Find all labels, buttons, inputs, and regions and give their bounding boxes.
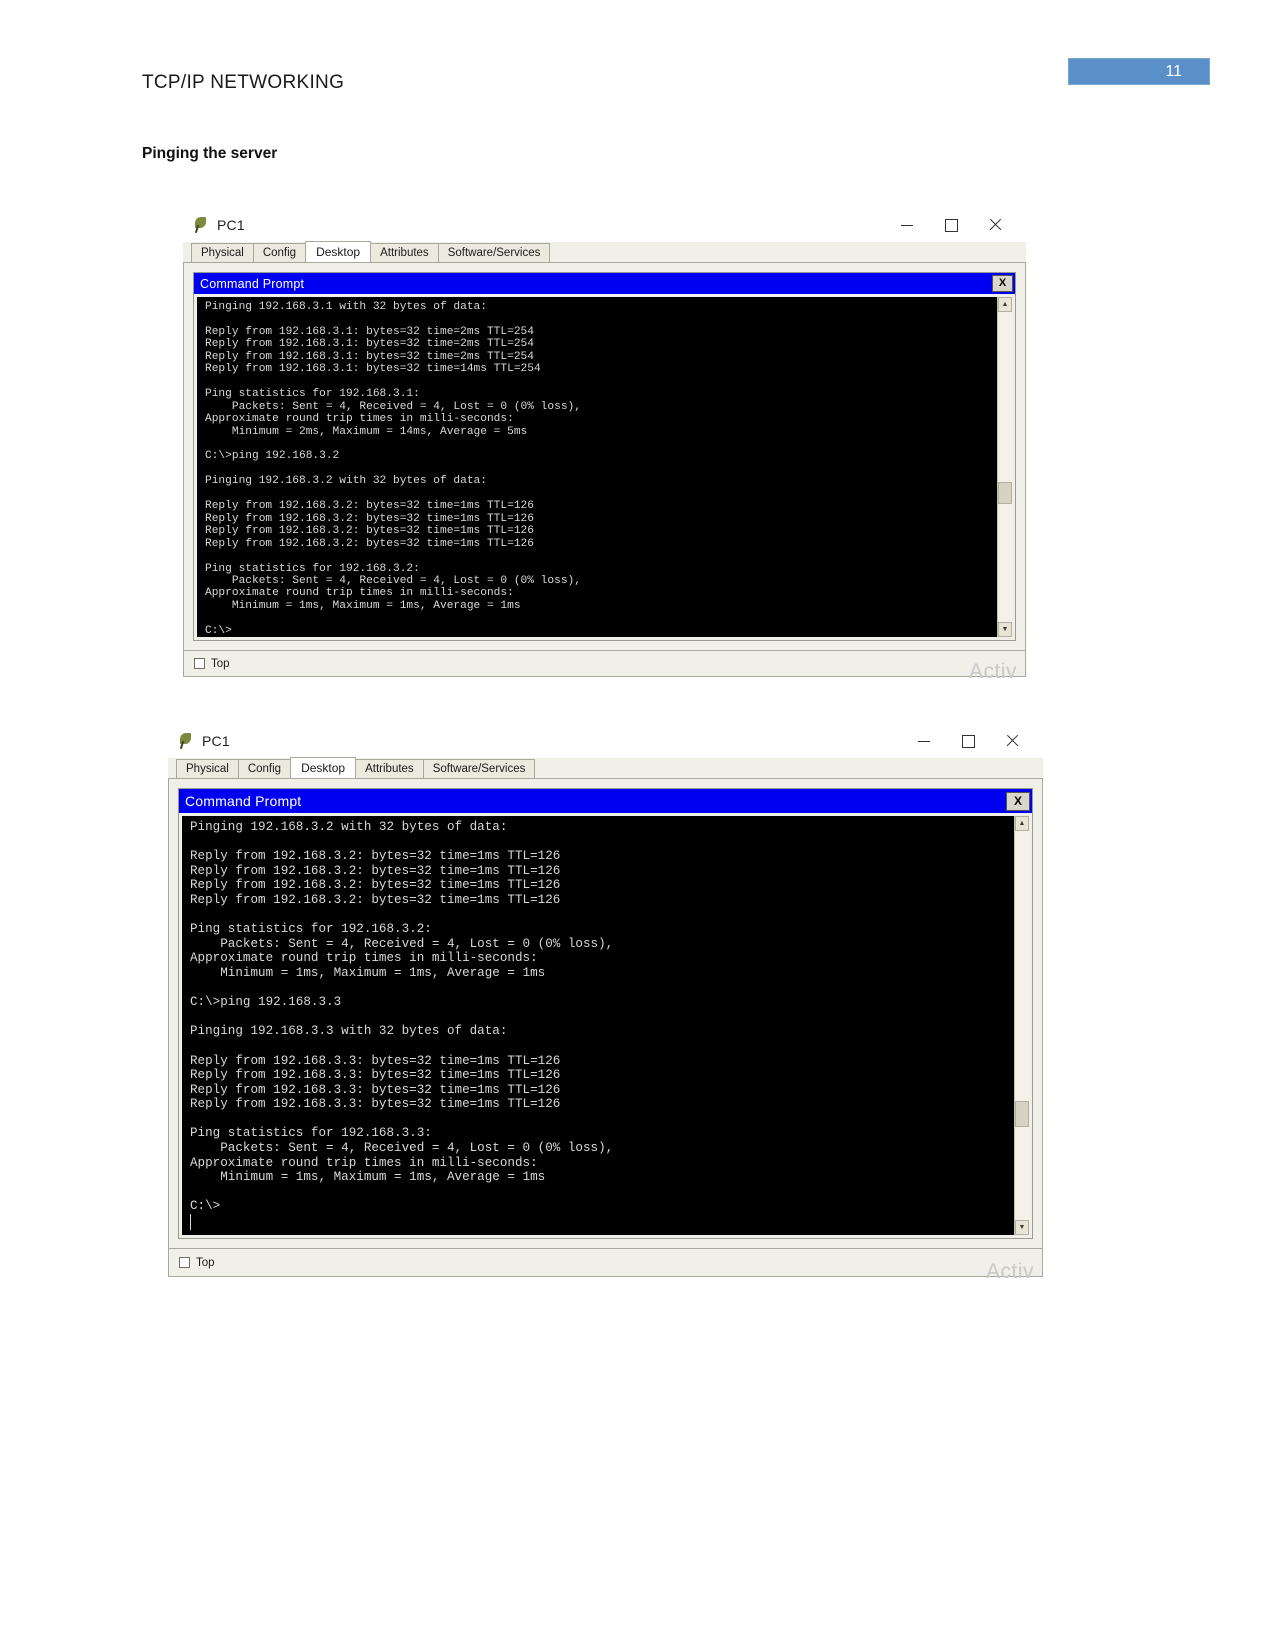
window-title: PC1 bbox=[217, 217, 245, 233]
running-head: TCP/IP NETWORKING bbox=[142, 72, 345, 93]
terminal-output: Pinging 192.168.3.1 with 32 bytes of dat… bbox=[205, 301, 581, 637]
activate-windows-watermark: Activ bbox=[968, 660, 1017, 683]
command-prompt-title: Command Prompt bbox=[200, 276, 305, 291]
top-checkbox[interactable] bbox=[194, 658, 205, 669]
close-icon[interactable] bbox=[988, 218, 1002, 232]
terminal-cursor bbox=[190, 1214, 191, 1231]
window-titlebar[interactable]: PC1 bbox=[168, 724, 1043, 758]
window-footer: Top Activ bbox=[168, 1249, 1043, 1283]
top-checkbox[interactable] bbox=[179, 1257, 190, 1268]
command-prompt-title: Command Prompt bbox=[185, 793, 302, 809]
scrollbar-track[interactable] bbox=[1015, 831, 1029, 1220]
tab-attributes[interactable]: Attributes bbox=[355, 759, 424, 778]
tab-desktop[interactable]: Desktop bbox=[290, 757, 357, 778]
document-header: TCP/IP NETWORKING 11 bbox=[0, 0, 1275, 120]
command-prompt-close-button[interactable]: X bbox=[1006, 791, 1030, 811]
page-number-badge: 11 bbox=[1068, 58, 1210, 85]
scrollbar-track[interactable] bbox=[998, 312, 1012, 622]
tab-config[interactable]: Config bbox=[252, 243, 307, 262]
scroll-down-arrow-icon[interactable]: ▼ bbox=[1015, 1220, 1029, 1235]
scrollbar-thumb[interactable] bbox=[1015, 1101, 1029, 1127]
command-prompt-titlebar[interactable]: Command Prompt X bbox=[194, 273, 1015, 294]
tab-desktop[interactable]: Desktop bbox=[305, 241, 372, 262]
window-titlebar[interactable]: PC1 bbox=[183, 208, 1026, 242]
terminal-scrollbar[interactable]: ▲ ▼ bbox=[1014, 816, 1029, 1235]
command-prompt-body: Pinging 192.168.3.1 with 32 bytes of dat… bbox=[194, 294, 1015, 640]
packet-tracer-pc-icon bbox=[178, 733, 194, 750]
terminal-screen[interactable]: Pinging 192.168.3.2 with 32 bytes of dat… bbox=[182, 816, 1014, 1235]
minimize-icon[interactable] bbox=[917, 734, 931, 748]
tab-bar[interactable]: Physical Config Desktop Attributes Softw… bbox=[183, 241, 1026, 263]
command-prompt-titlebar[interactable]: Command Prompt X bbox=[179, 789, 1032, 813]
close-icon[interactable] bbox=[1005, 734, 1019, 748]
scrollbar-thumb[interactable] bbox=[998, 482, 1012, 504]
scroll-down-arrow-icon[interactable]: ▼ bbox=[998, 622, 1012, 637]
top-checkbox-label: Top bbox=[211, 657, 230, 670]
window-controls[interactable] bbox=[917, 724, 1037, 758]
tab-config[interactable]: Config bbox=[237, 759, 292, 778]
window-title: PC1 bbox=[202, 733, 230, 749]
tab-bar[interactable]: Physical Config Desktop Attributes Softw… bbox=[168, 757, 1043, 779]
desktop-panel: Command Prompt X Pinging 192.168.3.2 wit… bbox=[168, 779, 1043, 1249]
packet-tracer-pc-icon bbox=[193, 217, 209, 234]
tab-physical[interactable]: Physical bbox=[191, 243, 254, 262]
terminal-screen[interactable]: Pinging 192.168.3.1 with 32 bytes of dat… bbox=[197, 297, 997, 637]
tab-software-services[interactable]: Software/Services bbox=[437, 243, 551, 262]
command-prompt-window[interactable]: Command Prompt X Pinging 192.168.3.1 wit… bbox=[193, 272, 1016, 641]
scroll-up-arrow-icon[interactable]: ▲ bbox=[998, 297, 1012, 312]
scroll-up-arrow-icon[interactable]: ▲ bbox=[1015, 816, 1029, 831]
command-prompt-body: Pinging 192.168.3.2 with 32 bytes of dat… bbox=[179, 813, 1032, 1238]
activate-windows-watermark: Activ bbox=[985, 1260, 1034, 1283]
window-footer: Top Activ bbox=[183, 651, 1026, 683]
desktop-panel: Command Prompt X Pinging 192.168.3.1 wit… bbox=[183, 263, 1026, 651]
maximize-icon[interactable] bbox=[944, 218, 958, 232]
maximize-icon[interactable] bbox=[961, 734, 975, 748]
pc1-window-second[interactable]: PC1 Physical Config Desktop Attributes S… bbox=[168, 724, 1043, 1283]
pc1-window-first[interactable]: PC1 Physical Config Desktop Attributes S… bbox=[183, 208, 1026, 683]
tab-physical[interactable]: Physical bbox=[176, 759, 239, 778]
terminal-scrollbar[interactable]: ▲ ▼ bbox=[997, 297, 1012, 637]
tab-software-services[interactable]: Software/Services bbox=[422, 759, 536, 778]
command-prompt-close-button[interactable]: X bbox=[992, 275, 1013, 292]
section-heading: Pinging the server bbox=[142, 145, 278, 162]
command-prompt-window[interactable]: Command Prompt X Pinging 192.168.3.2 wit… bbox=[178, 788, 1033, 1239]
top-checkbox-label: Top bbox=[196, 1256, 215, 1269]
tab-attributes[interactable]: Attributes bbox=[370, 243, 439, 262]
window-controls[interactable] bbox=[900, 208, 1020, 242]
minimize-icon[interactable] bbox=[900, 218, 914, 232]
terminal-output: Pinging 192.168.3.2 with 32 bytes of dat… bbox=[190, 820, 614, 1214]
